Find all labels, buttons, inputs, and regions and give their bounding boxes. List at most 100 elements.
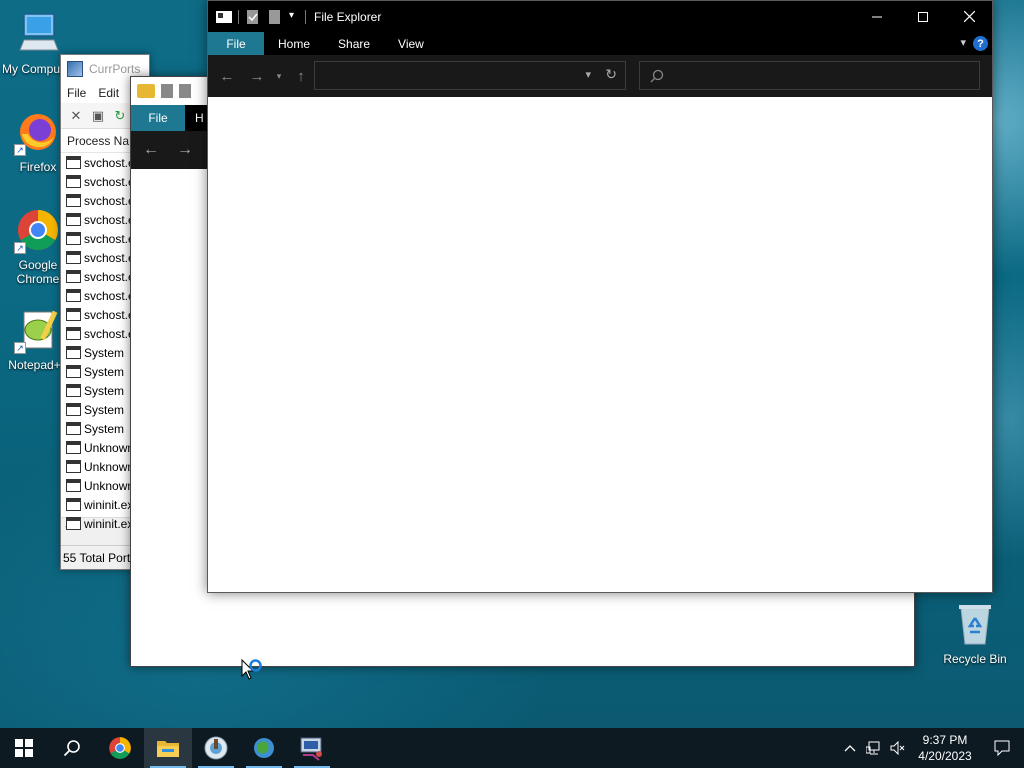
separator	[238, 9, 239, 24]
maximize-button[interactable]	[900, 1, 946, 32]
address-bar[interactable]: ▾ ↻	[314, 61, 626, 90]
process-window-icon	[66, 384, 81, 397]
taskbar-app-network[interactable]	[240, 728, 288, 768]
forward-icon[interactable]: →	[177, 141, 193, 159]
taskbar-file-explorer[interactable]	[144, 728, 192, 768]
process-name-cell: System	[84, 421, 125, 436]
refresh-icon[interactable]: ↻	[605, 66, 617, 83]
tab-share[interactable]: Share	[324, 32, 384, 55]
computer-icon	[14, 10, 62, 58]
process-window-icon	[66, 270, 81, 283]
ribbon: File Home Share View ▾ ?	[208, 32, 992, 55]
taskbar-currports[interactable]	[288, 728, 336, 768]
expand-ribbon-icon[interactable]: ▾	[960, 36, 966, 49]
close-button[interactable]	[946, 1, 992, 32]
process-window-icon	[66, 289, 81, 302]
process-name-cell: svchost.e	[84, 212, 135, 227]
busy-cursor-icon	[240, 658, 264, 682]
customize-qat-icon[interactable]: ▾	[289, 10, 299, 24]
help-icon[interactable]: ?	[973, 36, 988, 51]
process-window-icon	[66, 422, 81, 435]
menu-edit[interactable]: Edit	[98, 86, 119, 100]
address-history-icon[interactable]: ▾	[585, 68, 591, 81]
tab-view[interactable]: View	[384, 32, 438, 55]
process-name-cell: svchost.e	[84, 307, 135, 322]
chrome-icon	[109, 737, 131, 759]
chrome-icon: ↗	[14, 206, 62, 254]
file-explorer-icon	[157, 741, 179, 757]
process-name-cell: Unknown	[84, 478, 135, 493]
process-name-cell: wininit.ex	[84, 516, 134, 531]
tab-file[interactable]: File	[208, 32, 264, 55]
new-folder-icon[interactable]	[267, 9, 283, 24]
quick-access-toolbar: ▾	[208, 9, 306, 24]
process-name-cell: svchost.e	[84, 231, 135, 246]
start-icon	[15, 739, 33, 757]
process-window-icon	[66, 308, 81, 321]
process-window-icon	[66, 498, 81, 511]
process-window-icon	[66, 251, 81, 264]
tab-file[interactable]: File	[131, 105, 185, 131]
process-window-icon	[66, 517, 81, 530]
process-name-cell: svchost.e	[84, 288, 135, 303]
process-window-icon	[66, 213, 81, 226]
properties-icon[interactable]	[161, 84, 173, 98]
save-icon[interactable]: ▣	[89, 107, 107, 125]
app-globe-icon	[204, 736, 228, 760]
process-name-cell: svchost.e	[84, 326, 135, 341]
clock-date: 4/20/2023	[918, 749, 972, 763]
desktop-icon-recycle-bin[interactable]: Recycle Bin	[940, 602, 1010, 666]
close-connection-icon[interactable]: ✕	[67, 107, 85, 125]
process-name-cell: System	[84, 383, 125, 398]
content-area[interactable]	[208, 97, 992, 592]
taskbar-app-globe[interactable]	[192, 728, 240, 768]
shortcut-arrow-icon: ↗	[14, 342, 26, 354]
taskbar-chrome[interactable]	[96, 728, 144, 768]
close-icon	[963, 11, 975, 22]
notepadpp-icon: ↗	[14, 306, 62, 354]
app-network-icon	[254, 738, 274, 758]
shortcut-arrow-icon: ↗	[14, 144, 26, 156]
clock[interactable]: 9:37 PM 4/20/2023	[910, 732, 980, 764]
process-name-cell: System	[84, 402, 125, 417]
folder-icon	[137, 84, 155, 98]
show-hidden-icons-icon[interactable]	[838, 744, 862, 752]
network-icon[interactable]	[862, 741, 886, 755]
minimize-button[interactable]	[854, 1, 900, 32]
search-button[interactable]	[48, 728, 96, 768]
properties-icon[interactable]	[245, 9, 261, 24]
search-box[interactable]	[639, 61, 980, 90]
file-explorer-window[interactable]: ▾ File Explorer File Home Share View ▾ ?…	[207, 0, 993, 593]
action-center-button[interactable]	[980, 740, 1024, 756]
volume-muted-icon[interactable]	[886, 741, 910, 755]
separator	[305, 9, 306, 24]
recent-locations-icon[interactable]: ▾	[272, 66, 286, 86]
navigation-bar: ← → ▾ ↑ ▾ ↻	[208, 55, 992, 97]
start-button[interactable]	[0, 728, 48, 768]
process-name-cell: Unknown	[84, 440, 135, 455]
back-icon[interactable]: ←	[143, 141, 159, 159]
maximize-icon	[918, 11, 928, 22]
search-icon	[63, 740, 80, 757]
menu-file[interactable]: File	[67, 86, 86, 100]
taskbar: 9:37 PM 4/20/2023	[0, 728, 1024, 768]
new-folder-icon[interactable]	[179, 84, 191, 98]
firefox-icon: ↗	[14, 108, 62, 156]
shortcut-arrow-icon: ↗	[14, 242, 26, 254]
system-tray: 9:37 PM 4/20/2023	[838, 728, 1024, 768]
app-icon	[216, 10, 232, 24]
process-name-cell: svchost.e	[84, 250, 135, 265]
titlebar[interactable]: ▾ File Explorer	[208, 1, 992, 32]
currports-icon	[300, 737, 322, 761]
up-icon[interactable]: ↑	[290, 66, 312, 86]
process-window-icon	[66, 156, 81, 169]
process-name-cell: System	[84, 364, 125, 379]
process-window-icon	[66, 346, 81, 359]
forward-icon[interactable]: →	[246, 66, 268, 86]
back-icon[interactable]: ←	[216, 66, 238, 86]
tab-home[interactable]: Home	[264, 32, 324, 55]
process-name-cell: wininit.ex	[84, 497, 134, 512]
search-icon	[650, 69, 664, 82]
refresh-icon[interactable]: ↻	[111, 107, 129, 125]
process-window-icon	[66, 194, 81, 207]
